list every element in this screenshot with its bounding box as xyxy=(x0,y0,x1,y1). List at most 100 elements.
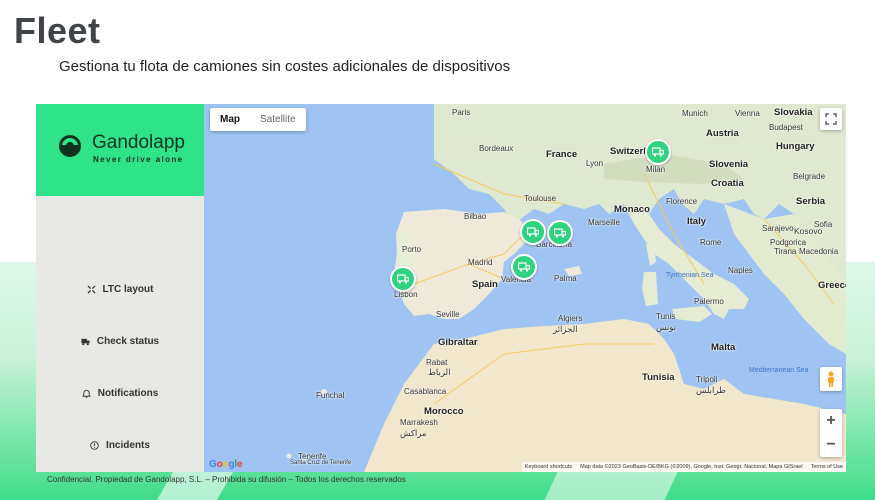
map-label: الرباط xyxy=(428,367,451,377)
map-label: Toulouse xyxy=(524,194,557,203)
map-label: Santa Cruz de Tenerife xyxy=(290,460,352,466)
terms-of-use-link[interactable]: Terms of Use xyxy=(811,462,843,472)
brand-header: Gandolapp Never drive alone xyxy=(36,104,204,196)
map-label: الجزائر xyxy=(553,324,578,334)
map-attribution: Keyboard shortcuts Map data ©2023 GeoBas… xyxy=(521,462,846,472)
map-label: Lyon xyxy=(586,159,604,168)
truck-marker[interactable] xyxy=(547,220,573,246)
map-label: Macedonia xyxy=(799,247,839,256)
truck-icon xyxy=(554,228,566,238)
map-label: Sarajevo xyxy=(762,224,794,233)
map-view[interactable]: France Spain Italy Switzerland Austria S… xyxy=(204,104,846,472)
map-type-control: Map Satellite xyxy=(210,108,306,131)
truck-marker[interactable] xyxy=(511,254,537,280)
map-label: Milan xyxy=(646,165,666,174)
sidebar-item-check-status[interactable]: Check status xyxy=(36,330,204,352)
map-label: Tyrrhenian Sea xyxy=(666,272,714,279)
map-label: Hungary xyxy=(776,141,815,152)
map-label: Vienna xyxy=(735,109,760,118)
map-label: Sofia xyxy=(814,220,833,229)
map-label: Palma xyxy=(554,274,577,283)
map-label: Bordeaux xyxy=(479,144,514,153)
truck-icon xyxy=(527,227,539,237)
map-label: Mediterranean Sea xyxy=(749,367,809,374)
map-label: Seville xyxy=(436,310,460,319)
map-basemap xyxy=(286,104,846,472)
map-label: Gibraltar xyxy=(438,337,478,348)
truck-marker[interactable] xyxy=(390,266,416,292)
map-label: Marrakesh xyxy=(400,418,438,427)
map-label: Tunis xyxy=(656,312,676,321)
map-label: Serbia xyxy=(796,196,826,207)
zoom-out-button[interactable]: − xyxy=(820,433,842,457)
map-label: Florence xyxy=(666,197,698,206)
map-label: Slovakia xyxy=(774,107,813,118)
map-label: Monaco xyxy=(614,204,650,215)
map-label: Morocco xyxy=(424,406,464,417)
map-label: Austria xyxy=(706,128,739,139)
pegman-icon xyxy=(828,371,834,387)
truck-marker[interactable] xyxy=(520,219,546,245)
sidebar-item-label: Notifications xyxy=(97,387,159,399)
map-label: Casablanca xyxy=(404,387,447,396)
truck-marker[interactable] xyxy=(645,139,671,165)
sidebar-item-label: LTC layout xyxy=(102,283,154,295)
map-label: Slovenia xyxy=(709,159,749,170)
fullscreen-icon xyxy=(825,113,837,125)
street-view-pegman-button[interactable] xyxy=(820,367,842,391)
page-title: Fleet xyxy=(14,10,101,51)
map-label: Funchal xyxy=(316,391,345,400)
sidebar-item-incidents[interactable]: Incidents xyxy=(36,434,204,456)
truck-icon xyxy=(518,262,530,272)
map-label: Belgrade xyxy=(793,172,826,181)
keyboard-shortcuts-link[interactable]: Keyboard shortcuts xyxy=(525,462,572,472)
map-label: Palermo xyxy=(694,297,724,306)
map-label: Italy xyxy=(687,216,707,227)
map-label: Rome xyxy=(700,238,722,247)
map-label: Naples xyxy=(728,266,753,275)
map-label: Bilbao xyxy=(464,212,487,221)
map-label: تونس xyxy=(656,322,676,332)
page-subtitle: Gestiona tu flota de camiones sin costes… xyxy=(59,58,511,75)
map-label: Budapest xyxy=(769,123,803,132)
gandolapp-logo-icon xyxy=(59,135,81,157)
sidebar-item-label: Incidents xyxy=(106,439,150,451)
map-label: Paris xyxy=(452,108,471,117)
sidebar-item-ltc-layout[interactable]: LTC layout xyxy=(36,278,204,300)
map-label: Munich xyxy=(682,109,708,118)
alert-circle-icon xyxy=(90,440,99,450)
map-label: Marseille xyxy=(588,218,621,227)
map-label: Tunisia xyxy=(642,372,675,383)
map-label: مراكش xyxy=(400,428,427,438)
map-label: Rabat xyxy=(426,358,448,367)
zoom-control: + − xyxy=(820,409,842,457)
sidebar-item-label: Check status xyxy=(96,335,160,347)
map-label: Porto xyxy=(402,245,422,254)
map-label: Greece xyxy=(818,280,846,291)
sidebar-item-notifications[interactable]: Notifications xyxy=(36,382,204,404)
map-label: Croatia xyxy=(711,178,744,189)
map-type-satellite-button[interactable]: Satellite xyxy=(250,108,306,131)
google-logo[interactable]: Google xyxy=(209,459,243,470)
layout-icon xyxy=(86,284,96,294)
map-type-map-button[interactable]: Map xyxy=(210,108,250,131)
map-label: Spain xyxy=(472,279,498,290)
map-label: Algiers xyxy=(558,314,583,323)
map-data-text: Map data ©2023 GeoBasis-DE/BKG (©2009), … xyxy=(580,464,803,470)
map-label: طرابلس xyxy=(696,385,726,395)
brand-tagline: Never drive alone xyxy=(93,155,184,164)
map-label: France xyxy=(546,149,578,160)
fullscreen-button[interactable] xyxy=(820,108,842,130)
map-label: Malta xyxy=(711,342,736,353)
truck-icon xyxy=(397,274,409,284)
bell-icon xyxy=(81,389,91,398)
map-label: Podgorica xyxy=(770,238,807,247)
map-label: Madrid xyxy=(468,258,493,267)
map-label: Tripoli xyxy=(696,375,718,384)
app-window: Gandolapp Never drive alone LTC layout C… xyxy=(36,104,846,472)
brand-name: Gandolapp xyxy=(92,132,185,153)
zoom-in-button[interactable]: + xyxy=(820,409,842,433)
map-label: Tirana xyxy=(774,247,797,256)
truck-icon xyxy=(81,338,90,345)
footer-confidential-text: Confidencial. Propiedad de Gandolapp, S.… xyxy=(47,475,406,484)
